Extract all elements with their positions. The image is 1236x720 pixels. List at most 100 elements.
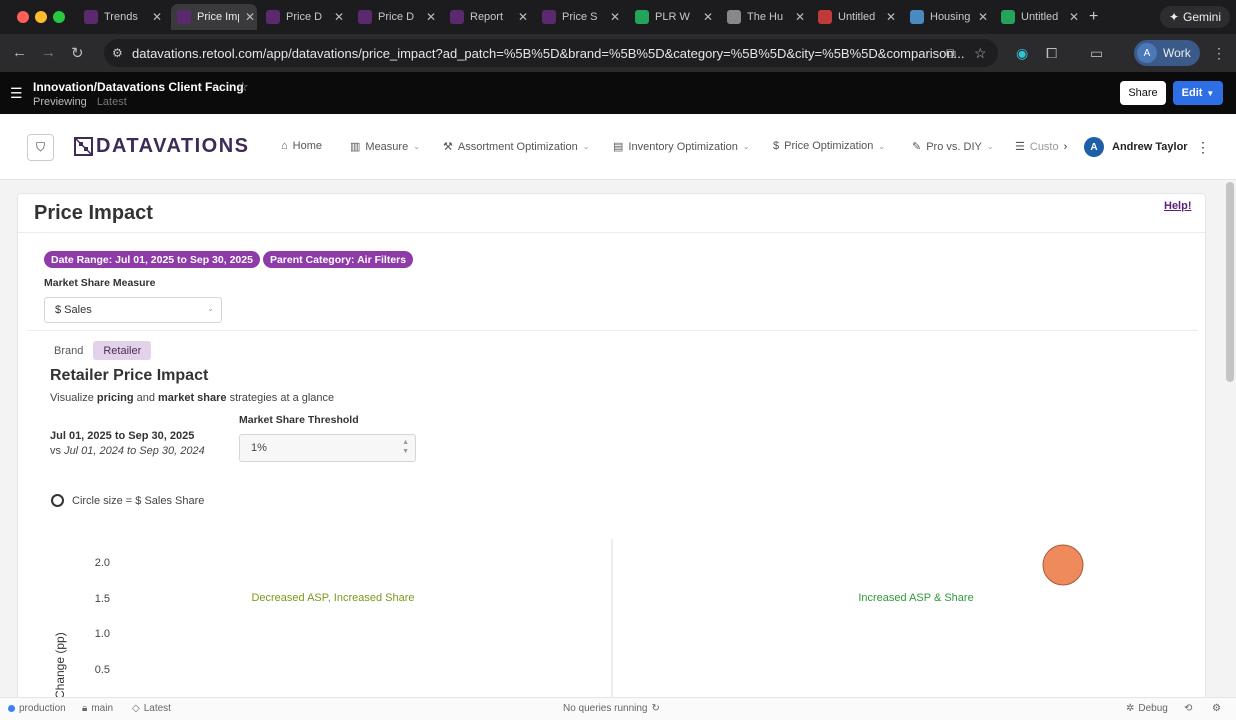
tab-retailer[interactable]: Retailer xyxy=(93,341,152,360)
app-title: Innovation/Datavations Client Facing xyxy=(33,80,244,94)
browser-tab-bar: Trends ✕ Price Impact ✕ Price D ✕ Price … xyxy=(0,0,1236,34)
close-tab-icon[interactable]: ✕ xyxy=(516,10,530,24)
close-tab-icon[interactable]: ✕ xyxy=(793,10,807,24)
favorite-star-icon[interactable]: ☆ xyxy=(237,79,249,95)
nav-item-inventory-optimization[interactable]: ▤ Inventory Optimization ⌄ xyxy=(613,140,750,154)
chevron-down-icon: ⌄ xyxy=(413,142,420,151)
divider xyxy=(18,232,1205,233)
side-panel-icon[interactable]: ▭ xyxy=(1090,45,1103,62)
market-share-threshold-stepper[interactable]: 1% ▲ ▼ xyxy=(239,434,416,462)
market-share-measure-select[interactable]: $ Sales ⌄ xyxy=(44,297,222,323)
filter-button[interactable]: ⛉ xyxy=(27,134,54,161)
bookmark-star-icon[interactable]: ☆ xyxy=(974,45,987,62)
browser-tab[interactable]: Housing ✕ xyxy=(910,4,990,30)
close-tab-icon[interactable]: ✕ xyxy=(424,10,438,24)
browser-menu-icon[interactable]: ⋮ xyxy=(1212,45,1226,62)
browser-tab[interactable]: Untitled ✕ xyxy=(1001,4,1081,30)
browser-tab[interactable]: Untitled ✕ xyxy=(818,4,898,30)
y-tick-label: 1.0 xyxy=(95,628,110,640)
datavations-logo[interactable]: DATAVATIONS xyxy=(74,135,250,158)
close-tab-icon[interactable]: ✕ xyxy=(608,10,622,24)
nav-item-price-optimization[interactable]: $ Price Optimization ⌄ xyxy=(773,140,885,152)
close-tab-icon[interactable]: ✕ xyxy=(1067,10,1081,24)
divider xyxy=(27,330,1198,331)
tab-favicon-icon xyxy=(177,10,191,24)
gemini-button[interactable]: ✦ Gemini xyxy=(1160,6,1230,28)
y-tick-label: 0.5 xyxy=(95,664,110,676)
close-tab-icon[interactable]: ✕ xyxy=(332,10,346,24)
close-window-button[interactable] xyxy=(17,11,29,23)
browser-tab[interactable]: PLR W ✕ xyxy=(635,4,715,30)
section-description: Visualize pricing and market share strat… xyxy=(50,392,335,404)
edit-button[interactable]: Edit ▼ xyxy=(1173,81,1223,105)
browser-tab[interactable]: Price S ✕ xyxy=(542,4,622,30)
close-tab-icon[interactable]: ✕ xyxy=(701,10,715,24)
branch-selector[interactable]: 🔒︎ main xyxy=(82,703,113,714)
back-arrow-icon[interactable]: ← xyxy=(12,44,27,61)
chevron-right-icon[interactable]: › xyxy=(1064,141,1068,153)
close-tab-icon[interactable]: ✕ xyxy=(243,10,257,24)
tab-brand[interactable]: Brand xyxy=(44,341,93,360)
debug-button[interactable]: ✲ Debug xyxy=(1126,703,1168,714)
nav-item-measure[interactable]: ▥ Measure ⌄ xyxy=(350,140,420,154)
maximize-window-button[interactable] xyxy=(53,11,65,23)
site-info-icon[interactable]: ⚙ xyxy=(112,46,123,60)
reload-icon[interactable]: ↻ xyxy=(71,44,84,62)
environment-selector[interactable]: production xyxy=(8,703,66,714)
new-tab-icon[interactable]: + xyxy=(1089,8,1098,26)
page-scrollbar[interactable] xyxy=(1226,182,1234,382)
nav-item-assortment-optimization[interactable]: ⚒ Assortment Optimization ⌄ xyxy=(443,140,589,154)
nav-item-home[interactable]: ⌂ Home xyxy=(281,140,322,152)
minimize-window-button[interactable] xyxy=(35,11,47,23)
close-tab-icon[interactable]: ✕ xyxy=(884,10,898,24)
close-tab-icon[interactable]: ✕ xyxy=(150,10,164,24)
extension-icon[interactable]: ◉ xyxy=(1016,45,1028,62)
scatter-point xyxy=(1042,544,1084,586)
tab-favicon-icon xyxy=(818,10,832,24)
filter-chips: Date Range: Jul 01, 2025 to Sep 30, 2025… xyxy=(44,251,414,268)
version-selector[interactable]: ◇ Latest xyxy=(132,703,171,714)
browser-tab-active[interactable]: Price Impact ✕ xyxy=(171,4,257,30)
more-options-icon[interactable]: ⋮ xyxy=(1196,139,1210,156)
help-link[interactable]: Help! xyxy=(1164,200,1192,212)
history-icon[interactable]: ⟲ xyxy=(1184,703,1192,714)
quadrant-label-top-left: Decreased ASP, Increased Share xyxy=(251,592,414,604)
stepper-arrows-icon[interactable]: ▲ ▼ xyxy=(402,438,409,456)
radio-button[interactable] xyxy=(51,494,64,507)
chevron-down-icon: ⌄ xyxy=(742,142,750,151)
tab-label: Report xyxy=(470,11,504,23)
browser-tab[interactable]: Price D ✕ xyxy=(266,4,346,30)
nav-item-custom[interactable]: ☰ Custo › xyxy=(1015,140,1068,154)
browser-address-bar: ← → ↻ ⚙ datavations.retool.com/app/datav… xyxy=(0,34,1236,72)
browser-tab[interactable]: Price D ✕ xyxy=(358,4,438,30)
date-range-chip[interactable]: Date Range: Jul 01, 2025 to Sep 30, 2025 xyxy=(44,251,260,268)
browser-tab[interactable]: Report ✕ xyxy=(450,4,530,30)
browser-tab[interactable]: The Hu ✕ xyxy=(727,4,807,30)
circle-size-option[interactable]: Circle size = $ Sales Share xyxy=(51,494,204,507)
tab-label: Price S xyxy=(562,11,598,23)
user-menu[interactable]: A Andrew Taylor xyxy=(1084,137,1188,157)
extensions-puzzle-icon[interactable]: ⧠ xyxy=(1046,45,1057,62)
sheets-favicon-icon xyxy=(1001,10,1015,24)
page-title: Price Impact xyxy=(34,202,153,224)
tab-label: Untitled xyxy=(1021,11,1059,23)
parent-category-chip[interactable]: Parent Category: Air Filters xyxy=(262,251,414,268)
retool-status-bar: production 🔒︎ main ◇ Latest No queries r… xyxy=(0,697,1236,720)
refresh-icon: ↻ xyxy=(651,703,660,714)
close-tab-icon[interactable]: ✕ xyxy=(976,10,990,24)
share-button[interactable]: Share xyxy=(1120,81,1166,105)
browser-tab[interactable]: Trends ✕ xyxy=(84,4,164,30)
filter-icon: ⛉ xyxy=(35,140,45,154)
translate-icon[interactable]: ⧉ xyxy=(946,45,956,62)
forward-arrow-icon[interactable]: → xyxy=(41,44,56,61)
nav-item-pro-vs-diy[interactable]: ✎ Pro vs. DIY ⌄ xyxy=(912,140,994,154)
brush-icon: ✎ xyxy=(912,141,922,153)
market-share-threshold-label: Market Share Threshold xyxy=(239,414,359,426)
retool-logo-icon[interactable]: ☰ xyxy=(10,85,23,102)
tab-favicon-icon xyxy=(450,10,464,24)
home-icon: ⌂ xyxy=(281,140,288,152)
retool-header: ☰ Innovation/Datavations Client Facing ☆… xyxy=(0,72,1236,114)
url-input[interactable]: ⚙ datavations.retool.com/app/datavations… xyxy=(104,39,998,67)
profile-button[interactable]: A Work xyxy=(1134,40,1200,66)
settings-icon[interactable]: ⚙ xyxy=(1212,703,1221,714)
